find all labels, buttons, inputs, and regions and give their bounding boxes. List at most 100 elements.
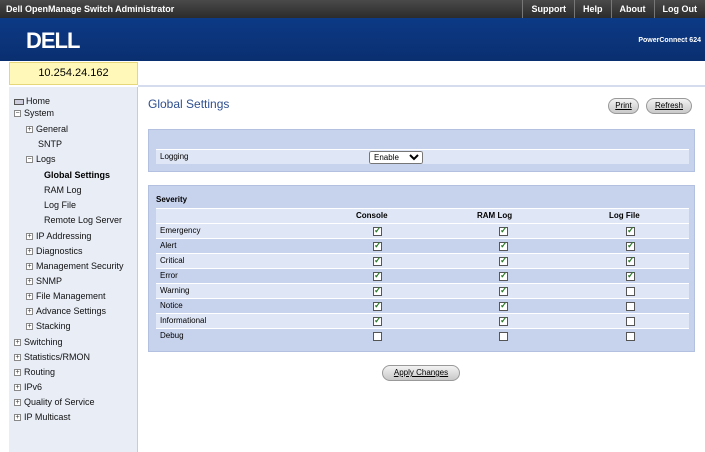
sidebar-item-switching[interactable]: + Switching xyxy=(14,337,63,347)
col-log-file: Log File xyxy=(609,211,640,220)
log-file-checkbox[interactable] xyxy=(626,332,635,341)
sidebar-item-label: Stacking xyxy=(36,321,71,331)
sidebar-item-sntp[interactable]: SNTP xyxy=(38,139,62,149)
severity-name: Warning xyxy=(160,286,190,295)
sidebar-item-home[interactable]: Home xyxy=(14,96,50,106)
log-file-checkbox[interactable] xyxy=(626,270,635,281)
sidebar-item-diagnostics[interactable]: + Diagnostics xyxy=(26,246,83,256)
page-title: Global Settings xyxy=(148,97,230,111)
console-checkbox[interactable] xyxy=(373,315,382,326)
severity-name: Notice xyxy=(160,301,183,310)
expand-icon[interactable]: + xyxy=(14,354,21,362)
log-file-checkbox[interactable] xyxy=(626,255,635,266)
expand-icon[interactable]: + xyxy=(26,126,33,134)
collapse-icon[interactable]: − xyxy=(14,110,21,118)
sidebar-item-file-management[interactable]: + File Management xyxy=(26,291,106,301)
about-link[interactable]: About xyxy=(610,0,654,18)
print-button[interactable]: Print xyxy=(608,98,639,114)
sidebar-item-general[interactable]: + General xyxy=(26,124,68,134)
ram-log-checkbox[interactable] xyxy=(499,300,508,311)
console-checkbox[interactable] xyxy=(373,332,382,341)
logging-row: Logging Enable xyxy=(156,149,689,164)
expand-icon[interactable]: + xyxy=(26,278,33,286)
sidebar-item-label: RAM Log xyxy=(44,185,82,195)
sidebar-item-log-file[interactable]: Log File xyxy=(44,200,76,210)
collapse-icon[interactable]: − xyxy=(26,156,33,164)
severity-name: Critical xyxy=(160,256,185,265)
console-checkbox[interactable] xyxy=(373,240,382,251)
ram-log-checkbox[interactable] xyxy=(499,270,508,281)
apply-changes-button[interactable]: Apply Changes xyxy=(382,365,460,381)
sidebar-item-label: SNMP xyxy=(36,276,63,286)
sidebar-item-label: Management Security xyxy=(36,261,124,271)
sidebar-item-label: Quality of Service xyxy=(24,397,95,407)
sidebar-item-label: General xyxy=(36,124,69,134)
sidebar-item-label: Home xyxy=(26,96,51,106)
log-file-checkbox[interactable] xyxy=(626,240,635,251)
console-checkbox[interactable] xyxy=(373,285,382,296)
expand-icon[interactable]: + xyxy=(14,399,21,407)
expand-icon[interactable]: + xyxy=(26,293,33,301)
severity-name: Alert xyxy=(160,241,177,250)
brand-header: DELL PowerConnect 624 xyxy=(0,18,705,61)
sidebar-item-statistics-rmon[interactable]: + Statistics/RMON xyxy=(14,352,90,362)
top-bar: Dell OpenManage Switch Administrator Sup… xyxy=(0,0,705,18)
log-file-checkbox[interactable] xyxy=(626,287,635,296)
logging-label: Logging xyxy=(160,152,189,161)
sidebar-item-system[interactable]: − System xyxy=(14,108,54,118)
sidebar-item-logs[interactable]: − Logs xyxy=(26,154,56,164)
sidebar-item-ip-addressing[interactable]: + IP Addressing xyxy=(26,231,91,241)
severity-name: Informational xyxy=(160,316,207,325)
ram-log-checkbox[interactable] xyxy=(499,255,508,266)
ram-log-checkbox[interactable] xyxy=(499,285,508,296)
sidebar-item-ipv6[interactable]: + IPv6 xyxy=(14,382,42,392)
expand-icon[interactable]: + xyxy=(14,414,21,422)
expand-icon[interactable]: + xyxy=(14,384,21,392)
sidebar-item-quality-of-service[interactable]: + Quality of Service xyxy=(14,397,95,407)
expand-icon[interactable]: + xyxy=(14,369,21,377)
console-checkbox[interactable] xyxy=(373,300,382,311)
expand-icon[interactable]: + xyxy=(26,308,33,316)
severity-name: Error xyxy=(160,271,178,280)
log-file-checkbox[interactable] xyxy=(626,302,635,311)
sidebar-item-management-security[interactable]: + Management Security xyxy=(26,261,124,271)
expand-icon[interactable]: + xyxy=(26,323,33,331)
ram-log-checkbox[interactable] xyxy=(499,240,508,251)
expand-icon[interactable]: + xyxy=(14,339,21,347)
sidebar-item-ip-multicast[interactable]: + IP Multicast xyxy=(14,412,70,422)
sidebar-item-label: Logs xyxy=(36,154,56,164)
console-checkbox[interactable] xyxy=(373,270,382,281)
expand-icon[interactable]: + xyxy=(26,248,33,256)
home-icon xyxy=(14,98,24,105)
log-file-checkbox[interactable] xyxy=(626,317,635,326)
support-link[interactable]: Support xyxy=(522,0,574,18)
sidebar-item-routing[interactable]: + Routing xyxy=(14,367,55,377)
console-checkbox[interactable] xyxy=(373,225,382,236)
ram-log-checkbox[interactable] xyxy=(499,225,508,236)
ram-log-checkbox[interactable] xyxy=(499,332,508,341)
sidebar-item-stacking[interactable]: + Stacking xyxy=(26,321,71,331)
log-file-checkbox[interactable] xyxy=(626,225,635,236)
model-label: PowerConnect 624 xyxy=(638,37,701,44)
col-ram-log: RAM Log xyxy=(477,211,513,220)
logging-select[interactable]: Enable xyxy=(369,151,423,164)
help-link[interactable]: Help xyxy=(573,0,611,18)
expand-icon[interactable]: + xyxy=(26,263,33,271)
dell-logo: DELL xyxy=(26,28,80,53)
sidebar-item-label: IP Multicast xyxy=(24,412,71,422)
refresh-button[interactable]: Refresh xyxy=(646,98,692,114)
sidebar-item-global-settings[interactable]: Global Settings xyxy=(44,170,110,180)
sidebar-item-remote-log-server[interactable]: Remote Log Server xyxy=(44,215,122,225)
ip-address-label: 10.254.24.162 xyxy=(9,62,138,85)
sidebar-item-label: Diagnostics xyxy=(36,246,83,256)
sidebar-item-advance-settings[interactable]: + Advance Settings xyxy=(26,306,106,316)
col-console: Console xyxy=(356,211,388,220)
sidebar-item-snmp[interactable]: + SNMP xyxy=(26,276,62,286)
ram-log-checkbox[interactable] xyxy=(499,315,508,326)
logout-link[interactable]: Log Out xyxy=(653,0,705,18)
severity-row: Error xyxy=(156,268,689,283)
sidebar-item-ram-log[interactable]: RAM Log xyxy=(44,185,82,195)
severity-row: Alert xyxy=(156,238,689,253)
console-checkbox[interactable] xyxy=(373,255,382,266)
expand-icon[interactable]: + xyxy=(26,233,33,241)
